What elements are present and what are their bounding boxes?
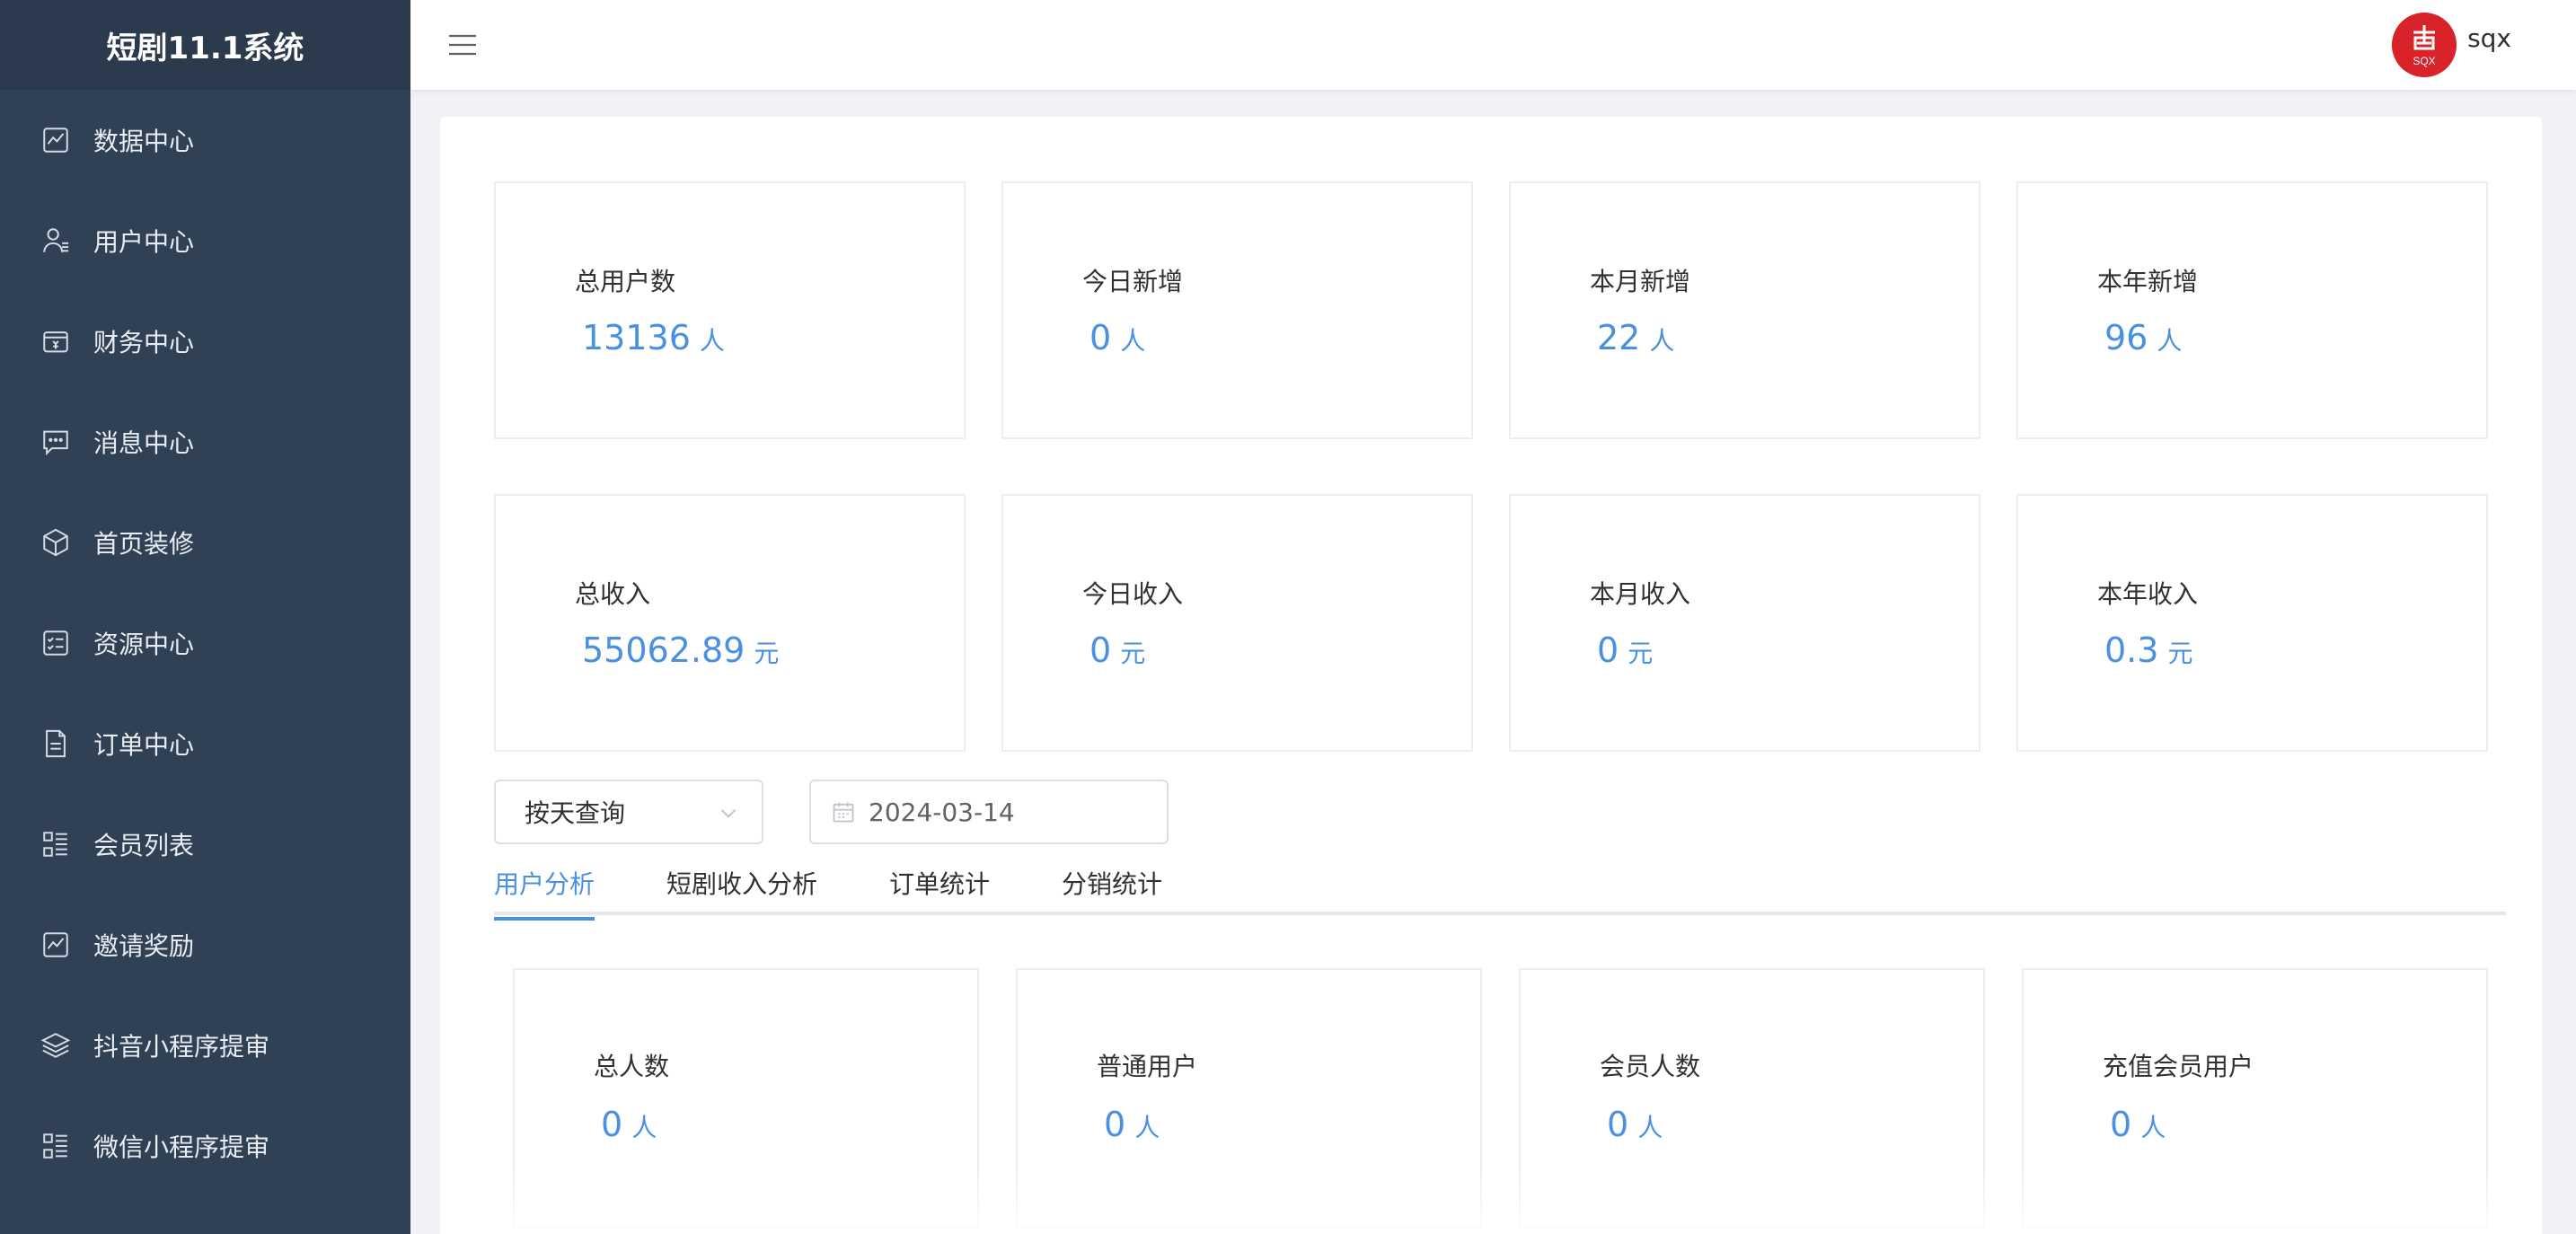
date-picker[interactable]: 2024-03-14 bbox=[809, 780, 1169, 844]
box-icon bbox=[40, 526, 72, 559]
user-icon bbox=[40, 225, 72, 257]
sidebar-item-resource-center[interactable]: 资源中心 bbox=[0, 593, 410, 693]
stat-value: 0人 bbox=[2110, 1105, 2166, 1144]
stat-label: 本年新增 bbox=[2097, 267, 2199, 296]
stat-label: 总人数 bbox=[594, 1052, 670, 1081]
message-icon bbox=[40, 426, 72, 458]
finance-icon bbox=[40, 325, 72, 357]
stat-label: 普通用户 bbox=[1097, 1052, 1198, 1081]
select-value: 按天查询 bbox=[525, 798, 626, 828]
tab-order-statistics[interactable]: 订单统计 bbox=[889, 863, 990, 917]
tab-distribution-statistics[interactable]: 分销统计 bbox=[1062, 863, 1162, 917]
sidebar-item-label: 会员列表 bbox=[93, 831, 195, 860]
stat-card-month-new: 本月新增 22 人 bbox=[1509, 181, 1981, 439]
stat-value: 0人 bbox=[601, 1105, 657, 1144]
stat-card-total-users: 总用户数 13136 人 bbox=[494, 181, 966, 439]
stat-label: 总收入 bbox=[575, 579, 651, 609]
stat-card-today-income: 今日收入 0元 bbox=[1001, 494, 1473, 752]
sidebar: 短剧11.1系统 数据中心 用户中心 财务中心 消息中心 首页装修 资源中心 订… bbox=[0, 0, 410, 1234]
stat-value: 0元 bbox=[1090, 630, 1146, 670]
sidebar-item-label: 消息中心 bbox=[93, 428, 195, 458]
stat-card-year-income: 本年收入 0.3 元 bbox=[2016, 494, 2488, 752]
sidebar-item-label: 数据中心 bbox=[93, 127, 195, 156]
stat-value: 0.3 元 bbox=[2104, 630, 2193, 670]
tab-drama-income-analysis[interactable]: 短剧收入分析 bbox=[666, 863, 817, 917]
stat-label: 会员人数 bbox=[1600, 1052, 1701, 1081]
stat-label: 今日新增 bbox=[1082, 267, 1184, 296]
sidebar-item-label: 财务中心 bbox=[93, 328, 195, 357]
sidebar-item-label: 邀请奖励 bbox=[93, 931, 195, 961]
app-title: 短剧11.1系统 bbox=[0, 0, 410, 90]
checklist-icon bbox=[40, 627, 72, 659]
sidebar-item-label: 资源中心 bbox=[93, 630, 195, 659]
sidebar-item-user-center[interactable]: 用户中心 bbox=[0, 190, 410, 291]
sidebar-item-label: 抖音小程序提审 bbox=[93, 1032, 270, 1062]
chart-icon bbox=[40, 124, 72, 156]
chart-icon bbox=[40, 929, 72, 961]
list-icon bbox=[40, 1130, 72, 1162]
sidebar-item-member-list[interactable]: 会员列表 bbox=[0, 794, 410, 895]
sidebar-item-message-center[interactable]: 消息中心 bbox=[0, 392, 410, 492]
username: sqx bbox=[2467, 22, 2511, 53]
stat-label: 本年收入 bbox=[2097, 579, 2199, 609]
chevron-down-icon bbox=[720, 809, 737, 818]
stat-value: 0人 bbox=[1104, 1105, 1160, 1144]
date-value: 2024-03-14 bbox=[869, 797, 1015, 827]
sidebar-item-wechat-review[interactable]: 微信小程序提审 bbox=[0, 1096, 410, 1196]
sidebar-item-douyin-review[interactable]: 抖音小程序提审 bbox=[0, 995, 410, 1096]
stat-card-year-new: 本年新增 96 人 bbox=[2016, 181, 2488, 439]
tab-user-analysis[interactable]: 用户分析 bbox=[494, 863, 595, 921]
list-icon bbox=[40, 828, 72, 860]
sidebar-item-data-center[interactable]: 数据中心 bbox=[0, 90, 410, 190]
stat-label: 总用户数 bbox=[575, 267, 676, 296]
avatar: SQX bbox=[2392, 13, 2457, 77]
query-mode-select[interactable]: 按天查询 bbox=[494, 780, 763, 844]
sidebar-item-invite-reward[interactable]: 邀请奖励 bbox=[0, 895, 410, 995]
stat-value: 0人 bbox=[1607, 1105, 1663, 1144]
stat-value: 22 人 bbox=[1597, 318, 1675, 357]
sidebar-item-label: 订单中心 bbox=[93, 730, 195, 760]
stat-value: 55062.89 元 bbox=[582, 630, 780, 670]
sidebar-item-label: 首页装修 bbox=[93, 529, 195, 559]
layers-icon bbox=[40, 1029, 72, 1062]
stat-card-today-new: 今日新增 0人 bbox=[1001, 181, 1473, 439]
sidebar-menu: 数据中心 用户中心 财务中心 消息中心 首页装修 资源中心 订单中心 会员列表 … bbox=[0, 90, 410, 1196]
stat-value: 13136 人 bbox=[582, 318, 725, 357]
stat-label: 本月新增 bbox=[1590, 267, 1691, 296]
stat-label: 本月收入 bbox=[1590, 579, 1691, 609]
sidebar-item-order-center[interactable]: 订单中心 bbox=[0, 693, 410, 794]
stat-value: 0元 bbox=[1597, 630, 1654, 670]
stat-label: 今日收入 bbox=[1082, 579, 1184, 609]
stat-value: 0人 bbox=[1090, 318, 1146, 357]
document-icon bbox=[40, 727, 72, 760]
bottom-fade bbox=[512, 1168, 2488, 1234]
analysis-tabs: 用户分析 短剧收入分析 订单统计 分销统计 bbox=[494, 858, 2506, 921]
sidebar-item-label: 微信小程序提审 bbox=[93, 1133, 270, 1162]
sidebar-item-home-decoration[interactable]: 首页装修 bbox=[0, 492, 410, 593]
sidebar-item-finance-center[interactable]: 财务中心 bbox=[0, 291, 410, 392]
stat-card-total-income: 总收入 55062.89 元 bbox=[494, 494, 966, 752]
stat-value: 96 人 bbox=[2104, 318, 2183, 357]
calendar-icon bbox=[833, 802, 854, 823]
hamburger-menu-icon[interactable] bbox=[446, 29, 479, 61]
svg-text:SQX: SQX bbox=[2413, 55, 2435, 67]
sidebar-item-label: 用户中心 bbox=[93, 227, 195, 257]
top-header: SQX sqx bbox=[410, 0, 2576, 90]
user-dropdown[interactable]: SQX sqx bbox=[2392, 13, 2511, 77]
stat-label: 充值会员用户 bbox=[2103, 1052, 2254, 1081]
stat-card-month-income: 本月收入 0元 bbox=[1509, 494, 1981, 752]
